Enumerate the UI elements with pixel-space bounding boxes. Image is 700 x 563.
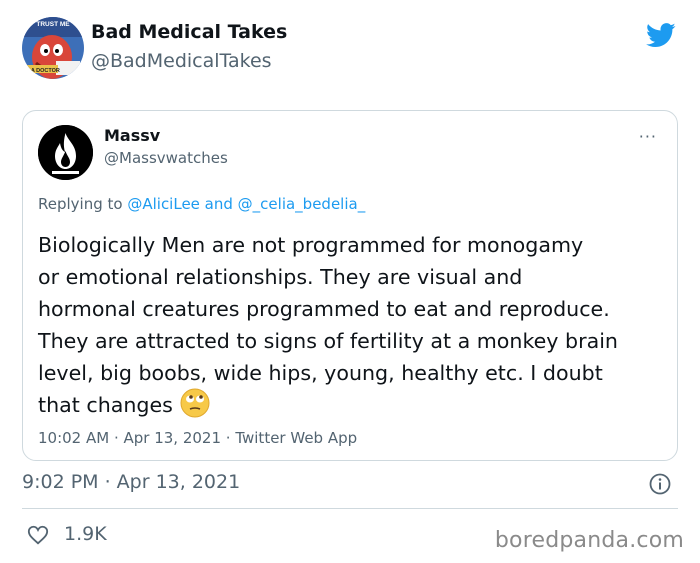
quoted-tweet-card[interactable]: Massv @Massvwatches ··· Replying to @Ali… — [22, 110, 678, 461]
divider — [22, 508, 678, 509]
mention-link[interactable]: @_celia_bedelia_ — [238, 195, 366, 213]
heart-icon[interactable] — [27, 524, 49, 546]
avatar-image: TRUST ME I'M A DOCTOR — [22, 17, 84, 79]
more-options-icon[interactable]: ··· — [639, 127, 657, 146]
quoted-tweet-text: Biologically Men are not programmed for … — [38, 229, 674, 421]
replying-and: and — [199, 195, 238, 213]
author-name[interactable]: Bad Medical Takes — [91, 21, 287, 43]
watermark: boredpanda.com — [494, 528, 684, 553]
avatar[interactable]: TRUST ME I'M A DOCTOR — [22, 17, 84, 79]
text-line: level, big boobs, wide hips, young, heal… — [38, 361, 603, 385]
tweet-timestamp[interactable]: 9:02 PM · Apr 13, 2021 — [22, 471, 240, 493]
info-icon[interactable] — [649, 473, 671, 495]
replying-to-line: Replying to @AliciLee and @_celia_bedeli… — [38, 195, 365, 213]
text-line: They are attracted to signs of fertility… — [38, 329, 618, 353]
author-handle[interactable]: @BadMedicalTakes — [91, 50, 272, 72]
quoted-tweet-meta[interactable]: 10:02 AM · Apr 13, 2021 · Twitter Web Ap… — [38, 429, 357, 447]
svg-text:TRUST ME: TRUST ME — [36, 21, 70, 28]
eye-roll-emoji-icon — [180, 388, 210, 418]
text-line: or emotional relationships. They are vis… — [38, 265, 523, 289]
text-line: Biologically Men are not programmed for … — [38, 233, 584, 257]
outer-tweet-header: TRUST ME I'M A DOCTOR Bad Medical Takes … — [22, 17, 682, 81]
text-line-last: that changes — [38, 388, 674, 421]
twitter-bird-icon[interactable] — [646, 23, 676, 48]
quoted-author-handle[interactable]: @Massvwatches — [104, 149, 228, 167]
avatar[interactable] — [38, 125, 93, 180]
mention-link[interactable]: @AliciLee — [127, 195, 200, 213]
text-line: hormonal creatures programmed to eat and… — [38, 297, 610, 321]
svg-text:I'M A DOCTOR: I'M A DOCTOR — [22, 68, 60, 74]
like-count: 1.9K — [64, 523, 107, 545]
text-line: that changes — [38, 393, 173, 417]
fire-logo-icon — [38, 125, 93, 180]
quoted-author-name[interactable]: Massv — [104, 126, 160, 145]
replying-prefix: Replying to — [38, 195, 128, 213]
